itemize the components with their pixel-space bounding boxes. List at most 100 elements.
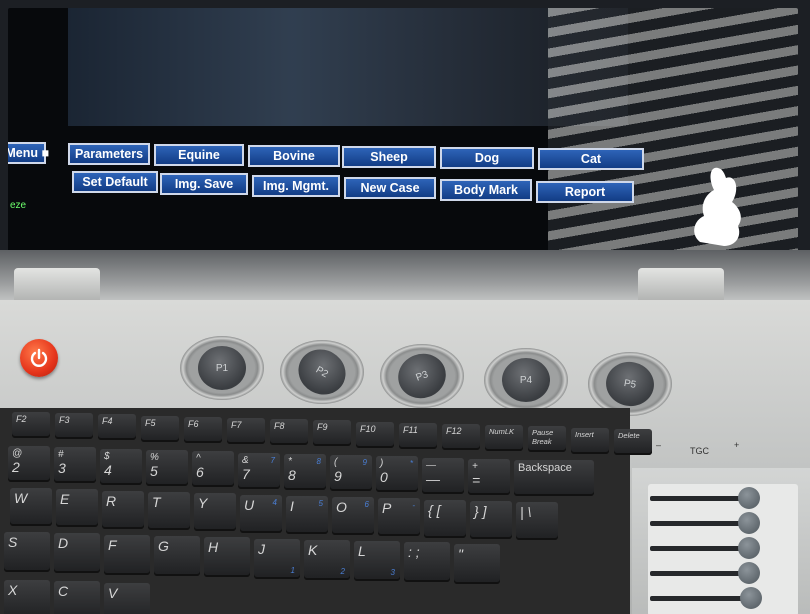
tgc-slider-4[interactable] — [738, 562, 760, 584]
key-y[interactable]: Y — [194, 493, 236, 532]
key-g[interactable]: G — [154, 535, 200, 576]
key-5[interactable]: % 5 — [146, 449, 188, 486]
tgc-slider-1[interactable] — [738, 487, 760, 509]
monitor: eze e Menu ■ParametersEquineBovineSheepD… — [0, 0, 810, 262]
key-i[interactable]: I5 — [286, 495, 328, 534]
knob-p2[interactable]: P2 — [290, 340, 354, 404]
tgc-slot-4 — [650, 571, 750, 576]
key-f11[interactable]: F11 — [399, 422, 437, 449]
knob-p3[interactable]: P3 — [391, 347, 453, 405]
key-f4[interactable]: F4 — [98, 414, 136, 441]
key-f8[interactable]: F8 — [270, 419, 308, 446]
menu-parameters[interactable]: Parameters — [68, 143, 150, 165]
key-e[interactable]: E — [56, 489, 98, 528]
power-icon — [30, 348, 48, 367]
key-key[interactable]: | \ — [516, 502, 558, 541]
key-f3[interactable]: F3 — [55, 413, 93, 440]
key-main-label: Backspace — [518, 462, 572, 475]
key-7[interactable]: & 7 7 — [238, 452, 280, 489]
key-p[interactable]: P- — [378, 498, 420, 537]
key-delete[interactable]: Delete — [614, 428, 652, 455]
tgc-slot-5 — [650, 596, 750, 601]
key-key[interactable]: " — [454, 543, 500, 584]
menu-body-mark[interactable]: Body Mark — [440, 179, 532, 201]
tgc-plus: + — [734, 440, 740, 450]
key-f[interactable]: F — [104, 534, 150, 575]
key-9[interactable]: (9 9 — [330, 455, 372, 492]
key-numlk[interactable]: NumLK — [485, 425, 523, 452]
tgc-minus: – — [656, 440, 662, 450]
key-top-label: — — [426, 459, 436, 471]
key-x[interactable]: X — [4, 580, 50, 614]
key-main-label: 9 — [334, 468, 342, 485]
key-top-label: + — [472, 461, 478, 472]
key-numpad-label: 1 — [290, 565, 295, 575]
menu-img-save[interactable]: Img. Save — [160, 173, 248, 195]
key-3[interactable]: #3 — [54, 447, 96, 484]
key-6[interactable]: ^ 6 — [192, 451, 234, 488]
knob-p5[interactable]: P5 — [602, 358, 658, 410]
key-key[interactable]: { [ — [424, 499, 466, 538]
key-4[interactable]: $4 — [100, 448, 142, 485]
key-key[interactable]: } ] — [470, 501, 512, 539]
knob-ring-p1: P1 — [180, 336, 264, 400]
menu-equine[interactable]: Equine — [154, 144, 244, 166]
key-f9[interactable]: F9 — [313, 420, 351, 447]
knob-p4[interactable]: P4 — [502, 358, 550, 402]
key-u[interactable]: U4 — [240, 494, 282, 533]
key-v[interactable]: V — [104, 582, 150, 614]
menu-cat[interactable]: Cat — [538, 148, 644, 170]
tgc-label: TGC — [690, 446, 709, 456]
menu-e-menu[interactable]: e Menu ■ — [8, 142, 49, 164]
key-w[interactable]: W — [10, 488, 52, 526]
key-2[interactable]: @2 — [8, 446, 50, 482]
key-f12[interactable]: F12 — [442, 424, 480, 450]
knob-p1[interactable]: P1 — [198, 346, 246, 390]
key-r[interactable]: R — [102, 490, 144, 529]
key-main-label: 5 — [150, 462, 158, 479]
key-numpad-label: 4 — [272, 497, 277, 507]
menu-img-mgmt[interactable]: Img. Mgmt. — [252, 175, 340, 197]
key-backspace[interactable]: Backspace — [514, 460, 594, 497]
tgc-slot-3 — [650, 546, 750, 551]
key-o[interactable]: O6 — [332, 497, 374, 536]
key-8[interactable]: * 8 8 — [284, 453, 326, 490]
key-s[interactable]: S — [4, 532, 50, 572]
menu-set-default[interactable]: Set Default — [72, 171, 158, 193]
menu-dog[interactable]: Dog — [440, 147, 534, 169]
key-h[interactable]: H — [204, 537, 250, 578]
tgc-slider-5[interactable] — [740, 587, 762, 609]
key-numpad-label: - — [412, 501, 415, 511]
menu-new-case[interactable]: New Case — [344, 177, 436, 199]
key-f6[interactable]: F6 — [184, 416, 222, 443]
menu-report[interactable]: Report — [536, 181, 634, 203]
key-main-label: 8 — [288, 466, 296, 483]
key-pause-break[interactable]: Pause Break — [528, 426, 566, 453]
rabbit-icon — [694, 167, 741, 246]
key-f7[interactable]: F7 — [227, 418, 265, 444]
power-button[interactable] — [20, 339, 58, 377]
key-0[interactable]: ) 0 * — [376, 456, 418, 493]
key-f10[interactable]: F10 — [356, 421, 394, 448]
key-insert[interactable]: Insert — [571, 427, 609, 454]
key-f2[interactable]: F2 — [12, 412, 50, 438]
key-key[interactable]: : ; — [404, 542, 450, 583]
key-f5[interactable]: F5 — [141, 415, 179, 442]
key-k[interactable]: K2 — [304, 539, 350, 580]
menu-bovine[interactable]: Bovine — [248, 145, 340, 167]
key-d[interactable]: D — [54, 533, 100, 574]
key-t[interactable]: T — [148, 491, 190, 530]
key-key[interactable]: + = — [468, 459, 510, 495]
key-c[interactable]: C — [54, 581, 100, 614]
tgc-slider-3[interactable] — [738, 537, 760, 559]
key-top-label: # — [58, 449, 64, 461]
tgc-slider-2[interactable] — [738, 512, 760, 534]
menu-sheep[interactable]: Sheep — [342, 146, 436, 168]
knob-ring-p3: P3 — [380, 344, 464, 408]
key-key[interactable]: — — — [422, 457, 464, 494]
key-numpad-label: 3 — [390, 568, 395, 578]
key-j[interactable]: J1 — [254, 538, 300, 579]
key-l[interactable]: L3 — [354, 541, 400, 582]
tgc-slot-2 — [650, 521, 750, 526]
key-numpad-label: 5 — [318, 498, 323, 508]
